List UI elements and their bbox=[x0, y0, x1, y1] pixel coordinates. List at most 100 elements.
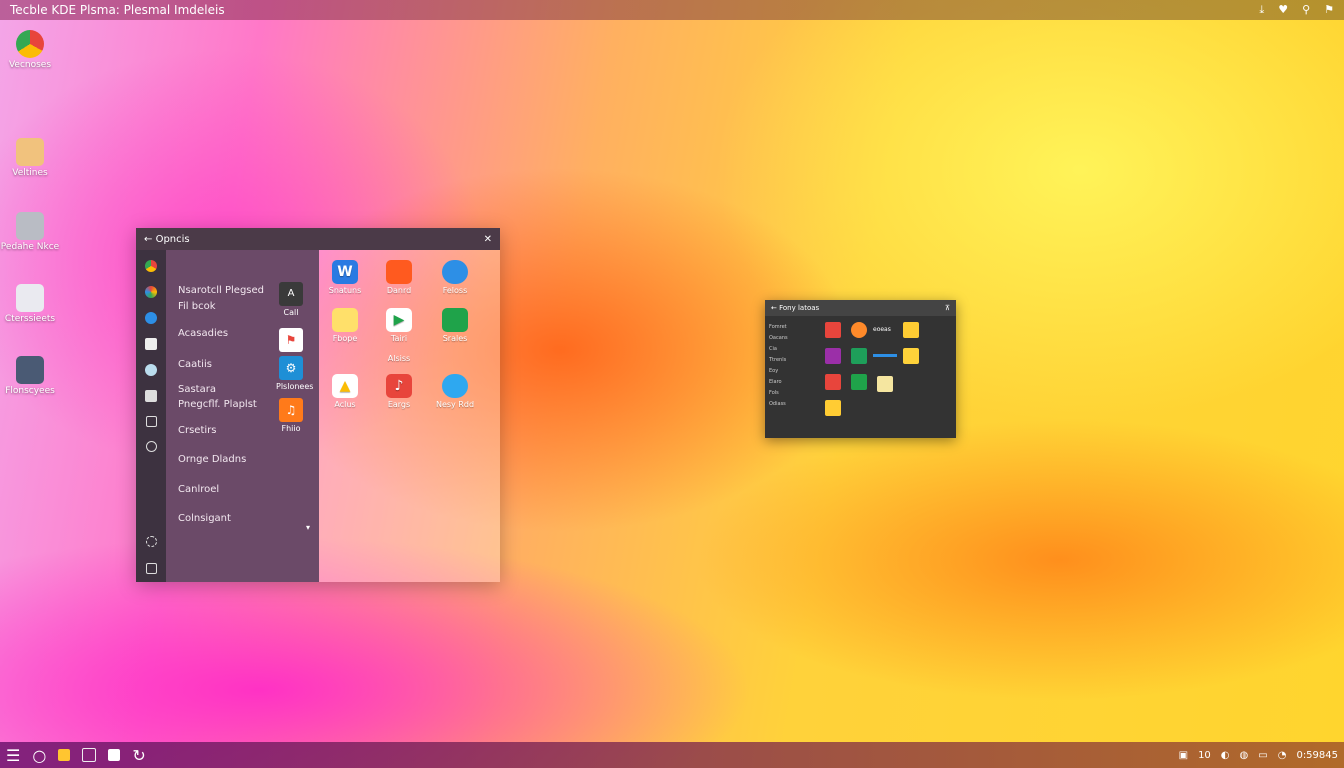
app-tile[interactable]: ▲ Aclus bbox=[323, 374, 367, 409]
pinned-app[interactable]: ⚙ Plslonees bbox=[276, 356, 313, 391]
maximize-icon[interactable]: ⊼ bbox=[945, 304, 950, 312]
category-item[interactable]: Ornge Dladns bbox=[178, 453, 246, 467]
volume-icon[interactable]: ◍ bbox=[1240, 750, 1249, 761]
drive-tri-icon: ▲ bbox=[332, 374, 358, 398]
headphones-icon: ♫ bbox=[279, 398, 303, 422]
category-item[interactable]: Caatiis bbox=[178, 358, 212, 372]
top-tray: ⤓ ♥ ⚲ ⚑ bbox=[1259, 3, 1334, 17]
store-icon[interactable] bbox=[108, 749, 121, 761]
desktop-icon-3[interactable]: Pedahe Nkce bbox=[0, 212, 60, 252]
desktop-icon-5[interactable]: Flonscyees bbox=[0, 356, 60, 396]
mini-list-item[interactable]: Odiass bbox=[769, 399, 819, 410]
back-icon[interactable]: ← bbox=[771, 304, 777, 312]
mini-title: Fony latoas bbox=[779, 304, 820, 312]
pinned-app[interactable]: ⚑ bbox=[276, 328, 306, 354]
category-item[interactable]: Crsetirs bbox=[178, 424, 216, 438]
category-item[interactable]: Sastara bbox=[178, 383, 216, 397]
top-panel: Tecble KDE Plsma: Plesmal Imdeleis ⤓ ♥ ⚲… bbox=[0, 0, 1344, 20]
mini-app-tile[interactable] bbox=[851, 322, 867, 338]
mini-app-tile[interactable] bbox=[903, 322, 919, 338]
app-tile[interactable]: ♪ Eargs bbox=[377, 374, 421, 409]
app-tile[interactable]: Danrd bbox=[377, 260, 421, 295]
mini-app-tile[interactable] bbox=[877, 376, 893, 392]
globe-rail-icon[interactable] bbox=[145, 364, 157, 376]
mini-app-tile[interactable] bbox=[903, 348, 919, 364]
desktop-icon-1[interactable]: Vecnoses bbox=[0, 30, 60, 70]
taskbar-left: ☰ ○ ↻ bbox=[6, 746, 146, 765]
mini-list-item[interactable]: Ttrenls bbox=[769, 355, 819, 366]
chrome-rail-icon[interactable] bbox=[145, 260, 157, 272]
app-tile[interactable]: Srales bbox=[433, 308, 477, 343]
app-tile-label: Alsiss bbox=[387, 354, 411, 363]
launcher-rail bbox=[136, 250, 166, 582]
paint-icon bbox=[16, 138, 44, 166]
app-tile[interactable]: Fbope bbox=[323, 308, 367, 343]
mini-list-item[interactable]: Fols bbox=[769, 388, 819, 399]
flag-icon[interactable]: ⚑ bbox=[1324, 3, 1334, 17]
mini-app-tile[interactable] bbox=[851, 374, 867, 390]
square-rail-icon[interactable] bbox=[145, 416, 157, 427]
mini-list-item[interactable]: Eoy bbox=[769, 366, 819, 377]
mini-tile-bar bbox=[873, 354, 897, 357]
chevron-down-icon[interactable]: ▾ bbox=[306, 523, 310, 532]
launcher-title: Opncis bbox=[155, 233, 190, 245]
battery-icon[interactable]: ▭ bbox=[1258, 750, 1267, 761]
app-tile[interactable]: Feloss bbox=[433, 260, 477, 295]
category-item[interactable]: Acasadies bbox=[178, 327, 228, 341]
mini-list: Fomret Oacans Cia Ttrenls Eoy Elaro Fols… bbox=[769, 322, 819, 410]
back-icon[interactable]: ← bbox=[144, 234, 152, 245]
mini-tile-label: eoeas bbox=[873, 326, 891, 333]
pinned-app[interactable]: ♫ Fhiio bbox=[276, 398, 306, 433]
pin-icon[interactable]: ⚲ bbox=[1302, 3, 1310, 17]
notification-icon[interactable]: ◔ bbox=[1278, 750, 1287, 761]
drive-icon bbox=[16, 212, 44, 240]
category-item[interactable]: Colnsigant bbox=[178, 512, 231, 526]
bird-icon bbox=[442, 374, 468, 398]
system-tray: ▣ 10 ◐ ◍ ▭ ◔ 0:59845 bbox=[1179, 750, 1338, 761]
mini-app-tile[interactable] bbox=[851, 348, 867, 364]
sheets-icon bbox=[442, 308, 468, 332]
download-icon[interactable]: ⤓ bbox=[1259, 3, 1264, 17]
category-item[interactable]: Nsarotcll Plegsed bbox=[178, 284, 264, 298]
window-icon[interactable]: ▣ bbox=[1179, 750, 1188, 761]
mini-app-tile[interactable] bbox=[825, 400, 841, 416]
app-launcher: ← Opncis ✕ Nsarotcll Plegsed Fil bcok Ac… bbox=[136, 228, 500, 582]
launcher-categories: Nsarotcll Plegsed Fil bcok Acasadies Caa… bbox=[166, 250, 319, 582]
app-tile[interactable]: W Snatuns bbox=[323, 260, 367, 295]
mini-app-tile[interactable] bbox=[825, 322, 841, 338]
mini-list-item[interactable]: Elaro bbox=[769, 377, 819, 388]
category-item[interactable]: Fil bcok bbox=[178, 300, 216, 314]
network-icon[interactable]: ◐ bbox=[1221, 750, 1230, 761]
pinned-app[interactable]: A Call bbox=[276, 282, 306, 317]
app-tile[interactable]: Nesy Rdd bbox=[433, 374, 477, 409]
desktop-icon-4[interactable]: Cterssieets bbox=[0, 284, 60, 324]
photos-rail-icon[interactable] bbox=[145, 286, 157, 298]
settings-icon[interactable] bbox=[145, 536, 157, 547]
folder-icon[interactable] bbox=[58, 749, 71, 761]
film-icon bbox=[16, 356, 44, 384]
category-item[interactable]: Pnegcflf. Plaplst bbox=[178, 398, 257, 412]
close-icon[interactable]: ✕ bbox=[484, 234, 492, 245]
chrome-icon bbox=[16, 30, 44, 58]
desktop-icon-2[interactable]: Veltines bbox=[0, 138, 60, 178]
clock[interactable]: 0:59845 bbox=[1296, 750, 1338, 761]
menu-icon[interactable]: ☰ bbox=[6, 746, 20, 765]
chat-rail-icon[interactable] bbox=[145, 441, 157, 452]
window-rail-icon[interactable] bbox=[145, 390, 157, 402]
mini-titlebar: ← Fony latoas ⊼ bbox=[765, 300, 956, 316]
search-icon[interactable]: ○ bbox=[32, 746, 46, 765]
mini-app-tile[interactable] bbox=[825, 374, 841, 390]
mini-app-tile[interactable] bbox=[825, 348, 841, 364]
edge-rail-icon[interactable] bbox=[145, 312, 157, 324]
mini-list-item[interactable]: Fomret bbox=[769, 322, 819, 333]
refresh-icon[interactable]: ↻ bbox=[132, 746, 145, 765]
clipboard-rail-icon[interactable] bbox=[145, 563, 157, 574]
heart-icon[interactable]: ♥ bbox=[1278, 3, 1288, 17]
category-item[interactable]: Canlroel bbox=[178, 483, 219, 497]
app-tile[interactable]: ▶ Tairi bbox=[377, 308, 421, 343]
w-icon: W bbox=[332, 260, 358, 284]
mini-list-item[interactable]: Oacans bbox=[769, 333, 819, 344]
mini-list-item[interactable]: Cia bbox=[769, 344, 819, 355]
clipboard-icon[interactable] bbox=[82, 748, 97, 762]
flag-rail-icon[interactable] bbox=[145, 338, 157, 350]
